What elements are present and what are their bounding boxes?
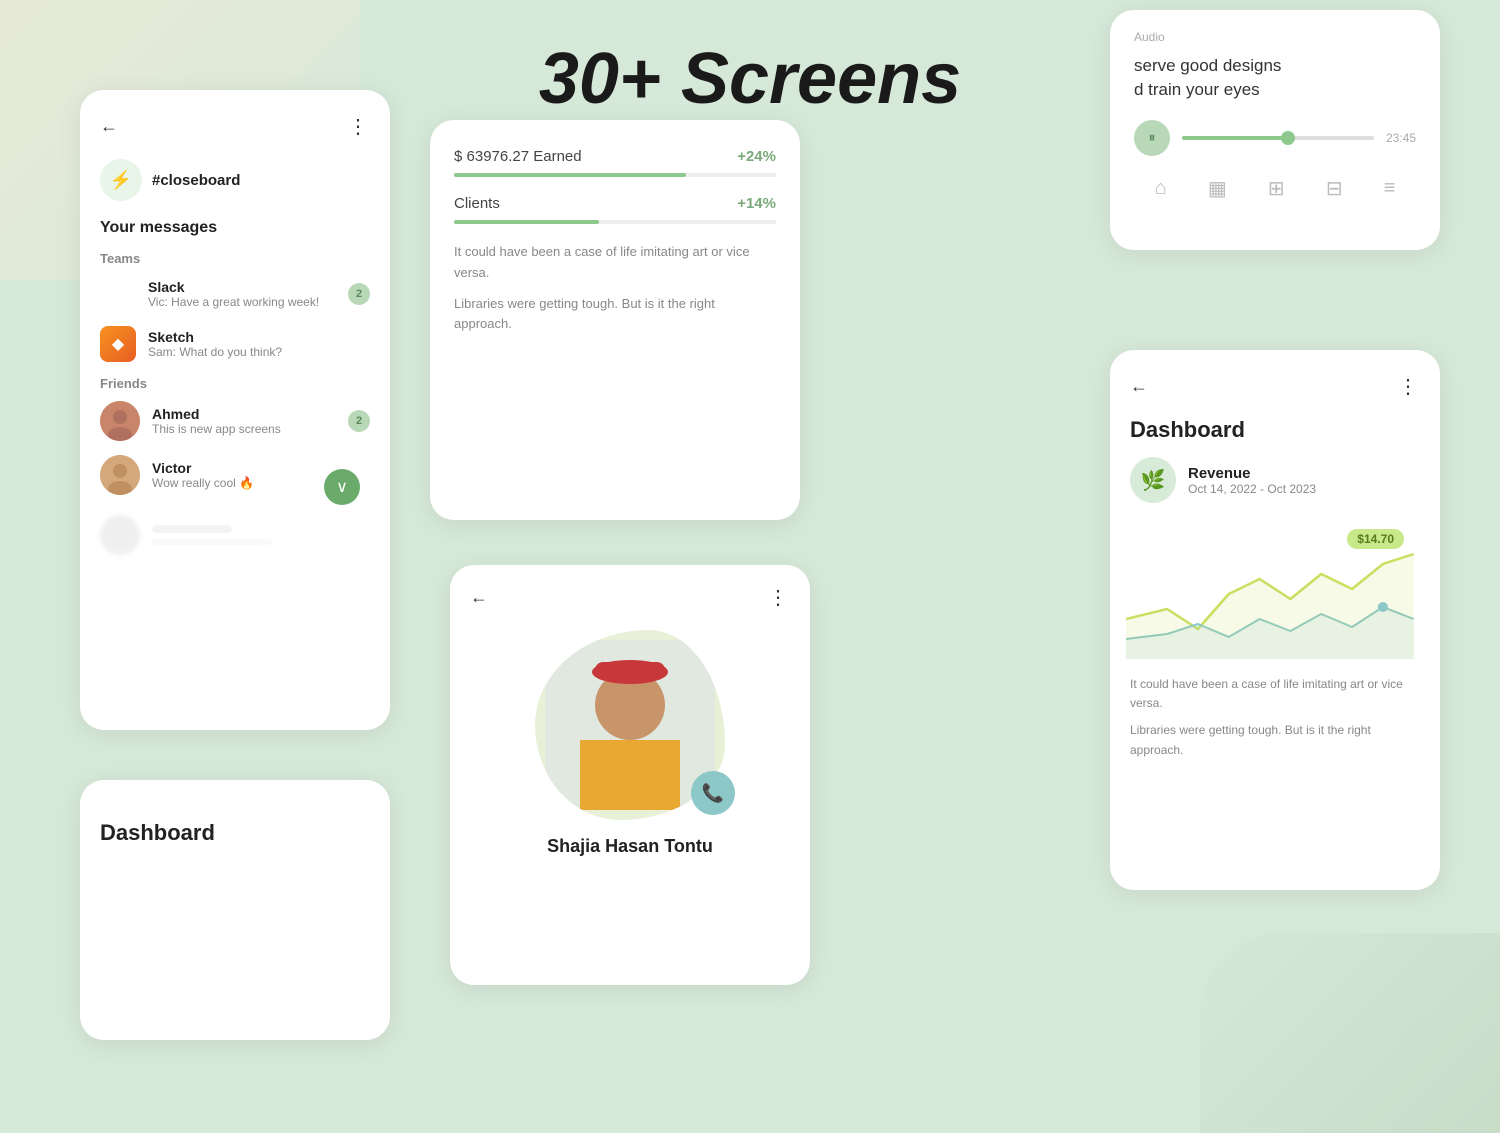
progress-thumb <box>1281 131 1295 145</box>
channel-name: #closeboard <box>152 172 240 189</box>
list-item <box>100 515 370 555</box>
message-preview: Sam: What do you think? <box>148 345 370 359</box>
messages-card: ← ⋮ ⚡ #closeboard Your messages Teams Sl… <box>80 90 390 730</box>
contact-name: Sketch <box>148 329 370 345</box>
ahmed-avatar <box>100 401 140 441</box>
profile-name: Shajia Hasan Tontu <box>470 836 790 857</box>
play-pause-button[interactable]: ⏸ <box>1134 120 1170 156</box>
message-preview: Vic: Have a great working week! <box>148 295 336 309</box>
clients-label: Clients <box>454 195 500 212</box>
back-button[interactable]: ← <box>100 116 118 137</box>
messages-section-title: Your messages <box>100 219 370 237</box>
price-tag: $14.70 <box>1347 529 1404 549</box>
list-item[interactable]: Slack Vic: Have a great working week! 2 <box>100 276 370 312</box>
audio-time: 23:45 <box>1386 131 1416 145</box>
list-item[interactable]: Ahmed This is new app screens 2 <box>100 401 370 441</box>
stats-description: It could have been a case of life imitat… <box>454 242 776 335</box>
earned-bar <box>454 173 686 177</box>
menu-button[interactable]: ⋮ <box>348 114 370 139</box>
earned-value: +24% <box>737 148 776 165</box>
bottom-dashboard-title: Dashboard <box>100 820 370 846</box>
channel-icon: ⚡ <box>100 159 142 201</box>
layers-icon[interactable]: ≡ <box>1384 177 1396 200</box>
blurred-avatar <box>100 515 140 555</box>
contact-name: Slack <box>148 279 336 295</box>
revenue-chart: $14.70 <box>1126 519 1424 659</box>
profile-menu-button[interactable]: ⋮ <box>768 585 790 610</box>
list-item[interactable]: ◆ Sketch Sam: What do you think? <box>100 326 370 362</box>
friends-label: Friends <box>100 376 370 391</box>
dash-back-button[interactable]: ← <box>1130 376 1148 397</box>
hero-title: 30+ Screens <box>539 38 961 120</box>
call-button[interactable]: 📞 <box>691 771 735 815</box>
chevron-down-button[interactable]: ∨ <box>324 469 360 505</box>
stats-card: $ 63976.27 Earned +24% Clients +14% It c… <box>430 120 800 520</box>
revenue-label: Revenue <box>1188 465 1316 482</box>
sketch-avatar: ◆ <box>100 326 136 362</box>
profile-card: ← ⋮ 📞 Shajia Hasan Tontu <box>450 565 810 985</box>
bg-corner-br <box>1200 933 1500 1133</box>
earned-label: $ 63976.27 Earned <box>454 148 582 165</box>
profile-back-button[interactable]: ← <box>470 587 488 608</box>
bottom-left-card: Dashboard <box>80 780 390 1040</box>
home-icon[interactable]: ⌂ <box>1155 177 1167 200</box>
revenue-icon: 🌿 <box>1130 457 1176 503</box>
trash-icon[interactable]: ⊟ <box>1326 176 1343 201</box>
progress-fill <box>1182 136 1288 140</box>
calendar-icon[interactable]: ▦ <box>1208 176 1227 201</box>
dashboard-title: Dashboard <box>1130 417 1420 443</box>
map-icon[interactable]: ⊞ <box>1268 176 1285 201</box>
dashboard-description: It could have been a case of life imitat… <box>1130 675 1420 760</box>
message-preview: This is new app screens <box>152 422 336 436</box>
audio-section-label: Audio <box>1134 30 1416 44</box>
victor-avatar <box>100 455 140 495</box>
unread-badge: 2 <box>348 283 370 305</box>
slack-avatar <box>100 276 136 312</box>
clients-value: +14% <box>737 195 776 212</box>
unread-badge: 2 <box>348 410 370 432</box>
audio-card: Audio serve good designsd train your eye… <box>1110 10 1440 250</box>
revenue-date: Oct 14, 2022 - Oct 2023 <box>1188 482 1316 496</box>
contact-name: Ahmed <box>152 406 336 422</box>
clients-bar <box>454 220 599 224</box>
audio-nav: ⌂ ▦ ⊞ ⊟ ≡ <box>1134 176 1416 201</box>
audio-title: serve good designsd train your eyes <box>1134 54 1416 102</box>
dash-menu-button[interactable]: ⋮ <box>1398 374 1420 399</box>
list-item[interactable]: Victor Wow really cool 🔥 ∨ <box>100 455 370 495</box>
audio-progress[interactable] <box>1182 136 1374 140</box>
dashboard-card: ← ⋮ Dashboard 🌿 Revenue Oct 14, 2022 - O… <box>1110 350 1440 890</box>
teams-label: Teams <box>100 251 370 266</box>
